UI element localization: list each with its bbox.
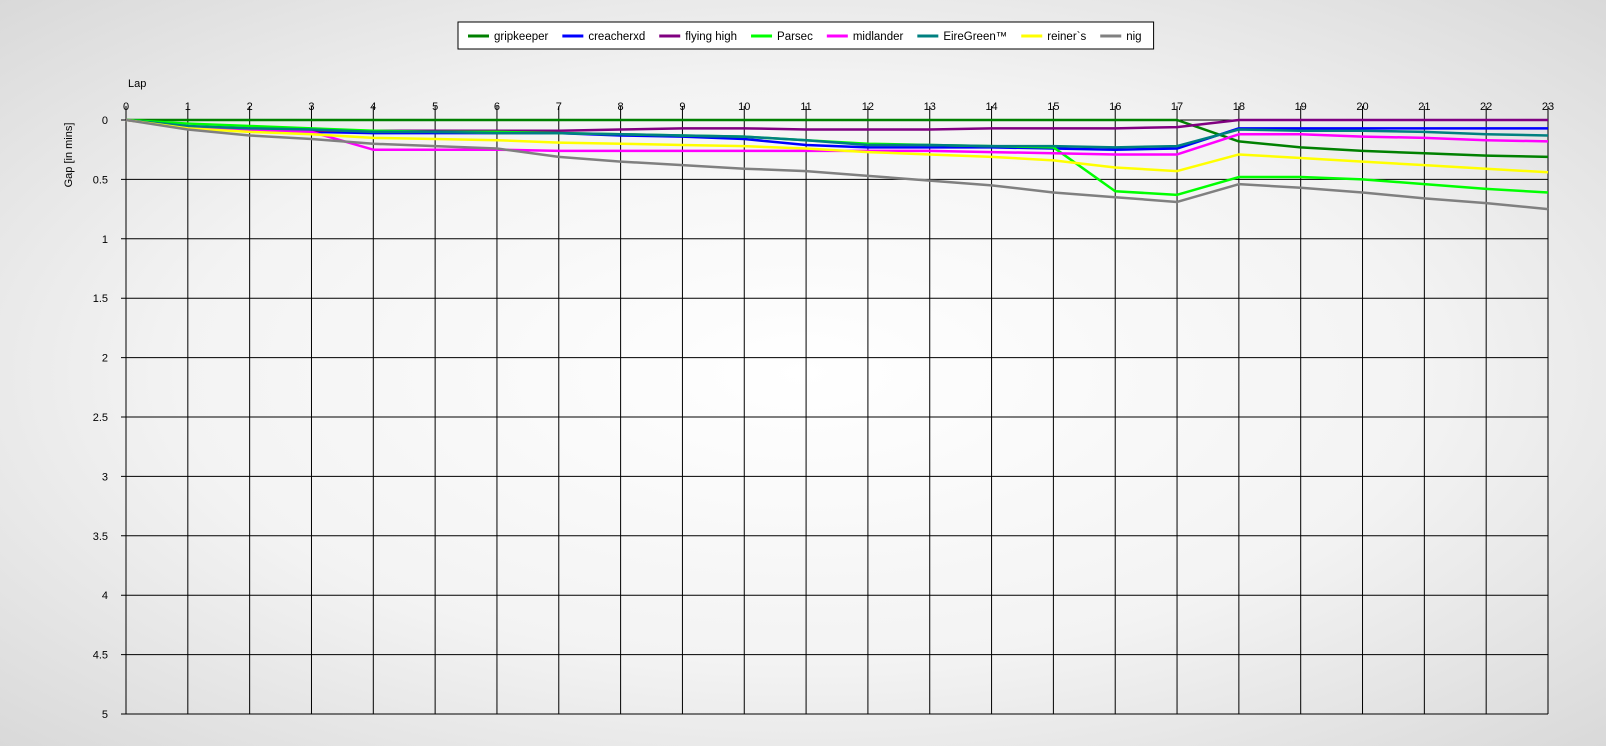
x-tick-label: 14 [985, 101, 997, 113]
x-tick-label: 11 [800, 101, 811, 113]
y-tick-label: 4.5 [93, 650, 108, 662]
y-tick-label: 1.5 [93, 293, 108, 305]
y-tick-label: 2.5 [93, 412, 108, 424]
grid [121, 106, 1549, 715]
x-tick-label: 1 [185, 101, 191, 113]
legend-label: EireGreen™ [943, 31, 1007, 43]
x-tick-label: 18 [1233, 101, 1245, 113]
x-tick-label: 6 [494, 101, 500, 113]
x-tick-label: 9 [679, 101, 685, 113]
x-tick-label: 3 [308, 101, 314, 113]
x-tick-label: 13 [924, 101, 936, 113]
y-axis-title: Gap [in mins] [63, 123, 75, 188]
legend-label: nig [1126, 31, 1141, 43]
y-tick-label: 3.5 [93, 531, 108, 543]
legend-label: flying high [685, 31, 737, 43]
legend-label: reiner`s [1047, 31, 1086, 43]
x-tick-label: 19 [1295, 101, 1307, 113]
y-tick-label: 0 [102, 115, 108, 127]
x-tick-label: 17 [1171, 101, 1183, 113]
y-tick-label: 0.5 [93, 174, 108, 186]
x-tick-label: 16 [1109, 101, 1121, 113]
y-tick-label: 1 [102, 234, 108, 246]
x-axis-title: Lap [128, 78, 146, 90]
legend-label: Parsec [777, 31, 813, 43]
x-tick-label: 15 [1047, 101, 1059, 113]
series-lines [125, 118, 1549, 211]
x-tick-label: 7 [556, 101, 562, 113]
x-tick-label: 12 [862, 101, 874, 113]
x-tick-label: 4 [370, 101, 376, 113]
y-tick-label: 2 [102, 353, 108, 365]
gap-chart: 0 1 2 3 4 5 6 7 8 9 10 11 12 13 14 15 16 17 18 19 20 21 22 2300… [63, 21, 1554, 721]
legend-label: gripkeeper [494, 31, 549, 43]
x-tick-label: 22 [1480, 101, 1492, 113]
y-tick-label: 4 [102, 590, 108, 602]
x-tick-label: 8 [618, 101, 624, 113]
y-tick-label: 3 [102, 471, 108, 483]
legend-label: creacherxd [588, 31, 645, 43]
x-tick-label: 0 [123, 101, 129, 113]
x-tick-label: 5 [432, 101, 438, 113]
x-tick-label: 10 [738, 101, 750, 113]
legend-label: midlander [853, 31, 904, 43]
y-tick-label: 5 [102, 709, 108, 721]
x-tick-label: 20 [1356, 101, 1368, 113]
legend: gripkeeper creacherxd flying high Parsec mid… [457, 21, 1155, 50]
x-tick-label: 21 [1418, 101, 1430, 113]
x-tick-label: 2 [247, 101, 253, 113]
x-tick-label: 23 [1542, 101, 1554, 113]
